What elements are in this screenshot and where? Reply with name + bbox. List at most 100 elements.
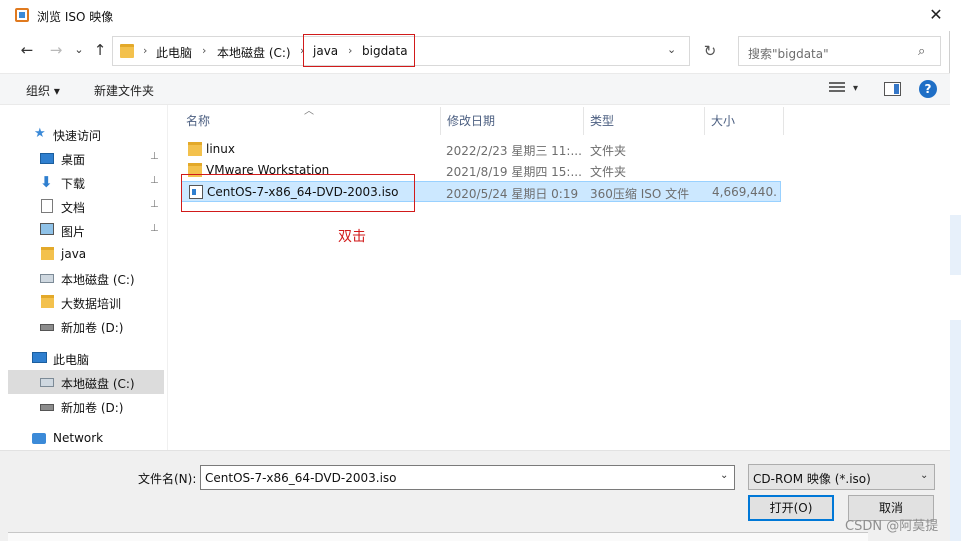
sort-caret-icon: ︿ (304, 106, 314, 117)
breadcrumb-this-pc[interactable]: 此电脑 (156, 44, 192, 61)
vmware-app-icon (15, 8, 29, 22)
sidebar-item-local-disk-c[interactable]: 本地磁盘 (C:) (8, 370, 164, 394)
search-input[interactable]: 搜索"bigdata" ⌕ (738, 36, 941, 66)
column-header-size[interactable]: 大小 (711, 112, 735, 129)
help-icon[interactable]: ? (919, 80, 937, 98)
background-window-edge (8, 532, 868, 541)
filename-label: 文件名(N): (138, 472, 197, 486)
sidebar-item-label: java (61, 247, 87, 261)
new-folder-button[interactable]: 新建文件夹 (94, 82, 154, 99)
sidebar-item-network[interactable]: Network (8, 426, 164, 450)
background-window-panel (950, 320, 961, 541)
navigation-bar: ← → ⌄ ↑ › 此电脑 › 本地磁盘 (C:) › java › bigda… (0, 33, 950, 69)
sidebar-item-bigdata-training[interactable]: 大数据培训 (8, 290, 164, 314)
close-button[interactable]: ✕ (923, 3, 949, 27)
sidebar-item-label: 图片 (61, 225, 86, 239)
file-type-value: CD-ROM 映像 (*.iso) (753, 472, 871, 486)
filename-value: CentOS-7-x86_64-DVD-2003.iso (205, 471, 397, 485)
sidebar-item-this-pc[interactable]: 此电脑 (8, 346, 164, 370)
network-icon (32, 433, 46, 444)
organize-menu-button[interactable]: 组织 ▾ (26, 82, 60, 99)
sidebar-item-label: 本地磁盘 (C:) (61, 377, 135, 391)
chevron-down-icon[interactable]: ⌄ (720, 470, 728, 481)
window-title: 浏览 ISO 映像 (37, 10, 114, 24)
drive-icon (40, 404, 54, 411)
open-button[interactable]: 打开(O) (748, 495, 834, 521)
column-divider[interactable] (704, 107, 705, 135)
file-type-select[interactable]: CD-ROM 映像 (*.iso) ⌄ (748, 464, 935, 490)
file-type: 文件夹 (590, 165, 627, 179)
sidebar-item-label: 本地磁盘 (C:) (61, 273, 135, 287)
command-toolbar: 组织 ▾ 新建文件夹 ▾ ? (0, 73, 950, 105)
file-type: 360压缩 ISO 文件 (590, 187, 690, 201)
refresh-button[interactable]: ↻ (696, 36, 724, 66)
up-folder-button[interactable]: ↑ (91, 41, 109, 59)
sidebar-item-quick-access[interactable]: ★ 快速访问 (8, 122, 164, 146)
chevron-down-icon: ⌄ (920, 470, 929, 481)
sidebar-item-label: 文档 (61, 201, 86, 215)
back-button[interactable]: ← (18, 41, 36, 59)
column-header-date[interactable]: 修改日期 (447, 112, 495, 129)
recent-locations-button[interactable]: ⌄ (70, 41, 88, 59)
sidebar-item-downloads[interactable]: ⬇ 下载 ⊥ (8, 170, 164, 194)
drive-icon (40, 324, 54, 331)
sidebar-item-local-disk-c-quick[interactable]: 本地磁盘 (C:) (8, 266, 164, 290)
search-placeholder: 搜索"bigdata" (748, 47, 829, 61)
drive-icon (40, 378, 54, 387)
view-options-icon[interactable] (829, 82, 847, 96)
drive-icon (40, 274, 54, 283)
file-date: 2020/5/24 星期日 0:19 (446, 187, 579, 201)
folder-icon (188, 142, 202, 156)
file-row-linux[interactable]: linux 2022/2/23 星期三 11:... 文件夹 (181, 139, 781, 160)
desktop-icon (40, 153, 54, 164)
folder-icon (41, 295, 54, 308)
download-icon: ⬇ (40, 173, 53, 191)
file-date: 2021/8/19 星期四 15:... (446, 165, 582, 179)
file-selection-footer: 文件名(N): CentOS-7-x86_64-DVD-2003.iso ⌄ C… (0, 450, 950, 541)
sidebar-item-label: 新加卷 (D:) (61, 321, 124, 335)
sidebar-item-label: Network (53, 431, 104, 445)
sidebar-item-documents[interactable]: 文档 ⊥ (8, 194, 164, 218)
picture-icon (40, 223, 54, 235)
folder-icon (41, 247, 54, 260)
sidebar-item-pictures[interactable]: 图片 ⊥ (8, 218, 164, 242)
preview-pane-icon[interactable] (884, 82, 901, 96)
pin-icon[interactable]: ⊥ (150, 223, 159, 234)
view-dropdown-icon[interactable]: ▾ (853, 83, 858, 94)
sidebar-item-desktop[interactable]: 桌面 ⊥ (8, 146, 164, 170)
column-divider[interactable] (783, 107, 784, 135)
file-list-view: ︿ 名称 修改日期 类型 大小 linux 2022/2/23 星期三 11:.… (167, 105, 950, 450)
breadcrumb-local-disk-c[interactable]: 本地磁盘 (C:) (217, 44, 291, 61)
file-date: 2022/2/23 星期三 11:... (446, 144, 582, 158)
pin-icon[interactable]: ⊥ (150, 199, 159, 210)
breadcrumb-separator-icon: › (143, 44, 148, 57)
address-dropdown-icon[interactable]: ⌄ (667, 43, 676, 56)
search-icon[interactable]: ⌕ (918, 44, 925, 59)
filename-field[interactable]: CentOS-7-x86_64-DVD-2003.iso ⌄ (200, 465, 735, 490)
sidebar-item-new-volume-d-quick[interactable]: 新加卷 (D:) (8, 314, 164, 338)
annotation-highlight-iso (181, 174, 415, 212)
background-window-panel (950, 215, 961, 275)
computer-icon (32, 352, 47, 363)
sidebar-item-java[interactable]: java (8, 242, 164, 266)
column-divider[interactable] (440, 107, 441, 135)
sidebar-item-label: 此电脑 (53, 353, 90, 367)
sidebar-item-label: 大数据培训 (61, 297, 122, 311)
browse-iso-dialog: 浏览 ISO 映像 ✕ ← → ⌄ ↑ › 此电脑 › 本地磁盘 (C:) › … (0, 0, 950, 541)
annotation-double-click: 双击 (338, 229, 366, 245)
forward-button[interactable]: → (47, 41, 65, 59)
folder-icon (120, 44, 134, 58)
column-divider[interactable] (583, 107, 584, 135)
file-size: 4,669,440... (712, 185, 778, 199)
file-type: 文件夹 (590, 144, 627, 158)
column-header-name[interactable]: 名称 (186, 112, 210, 129)
sidebar-item-new-volume-d[interactable]: 新加卷 (D:) (8, 394, 164, 418)
pin-icon[interactable]: ⊥ (150, 151, 159, 162)
star-icon: ★ (34, 126, 46, 141)
navigation-pane: ★ 快速访问 桌面 ⊥ ⬇ 下载 ⊥ 文档 ⊥ 图片 ⊥ java 本地磁盘 (… (8, 114, 164, 450)
column-header-type[interactable]: 类型 (590, 112, 614, 129)
sidebar-item-label: 新加卷 (D:) (61, 401, 124, 415)
title-bar: 浏览 ISO 映像 ✕ (0, 0, 950, 31)
pin-icon[interactable]: ⊥ (150, 175, 159, 186)
annotation-highlight-path (303, 34, 415, 67)
